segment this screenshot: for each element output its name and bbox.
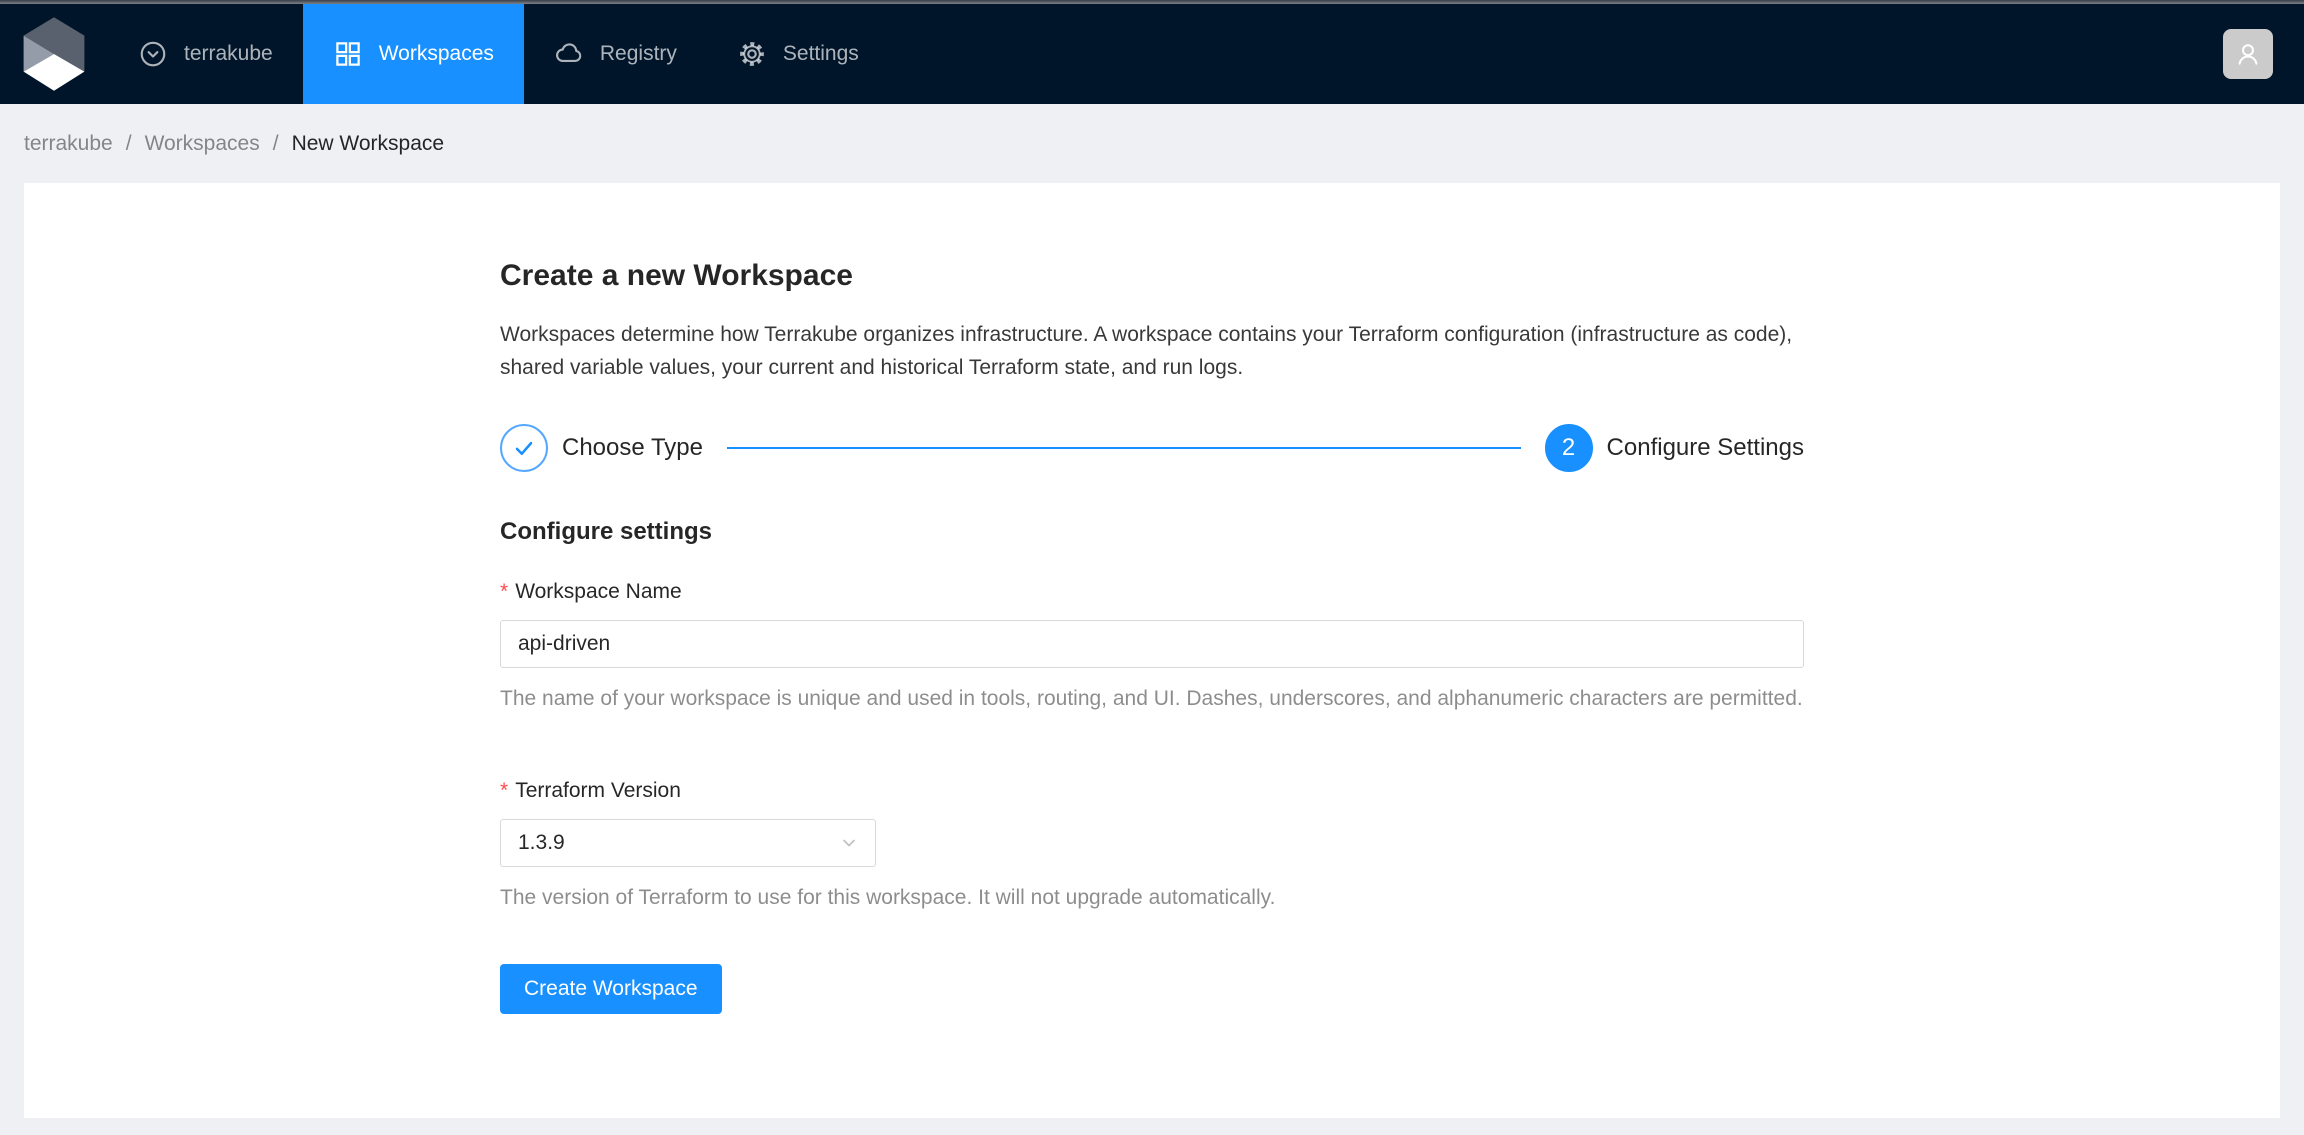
nav-item-workspaces[interactable]: Workspaces xyxy=(303,4,524,104)
chevron-down-icon xyxy=(840,834,858,852)
workspace-name-input[interactable] xyxy=(500,620,1804,668)
down-circle-icon xyxy=(138,39,168,69)
page-title: Create a new Workspace xyxy=(500,256,1804,296)
nav-item-registry[interactable]: Registry xyxy=(524,4,707,104)
breadcrumb-item-workspaces[interactable]: Workspaces xyxy=(145,132,260,156)
form-item-terraform-version: *Terraform Version 1.3.9 The version of … xyxy=(500,778,1804,914)
cloud-icon xyxy=(554,39,584,69)
step-configure-settings: 2 Configure Settings xyxy=(1545,424,1804,472)
step-connector-line xyxy=(727,447,1521,449)
terraform-version-value: 1.3.9 xyxy=(518,831,565,855)
nav-item-settings[interactable]: Settings xyxy=(707,4,889,104)
user-icon xyxy=(2234,40,2262,68)
terraform-version-select[interactable]: 1.3.9 xyxy=(500,819,876,867)
breadcrumb-item-current: New Workspace xyxy=(292,132,445,156)
page-description: Workspaces determine how Terrakube organ… xyxy=(500,318,1804,384)
wizard-steps: Choose Type 2 Configure Settings xyxy=(500,424,1804,472)
terraform-version-help: The version of Terraform to use for this… xyxy=(500,881,1804,914)
required-mark: * xyxy=(500,580,508,603)
main-menu: terrakube Workspaces Registry xyxy=(108,4,889,104)
navbar-spacer xyxy=(889,4,2223,104)
create-workspace-button[interactable]: Create Workspace xyxy=(500,964,722,1014)
main-content-card: Create a new Workspace Workspaces determ… xyxy=(24,183,2280,1118)
workspace-name-help: The name of your workspace is unique and… xyxy=(500,682,1804,715)
wizard-content: Create a new Workspace Workspaces determ… xyxy=(500,183,1804,1014)
form-item-workspace-name: *Workspace Name The name of your workspa… xyxy=(500,579,1804,715)
nav-item-label: Workspaces xyxy=(379,42,494,66)
nav-item-organization[interactable]: terrakube xyxy=(108,4,303,104)
nav-item-label: terrakube xyxy=(184,42,273,66)
step-choose-type[interactable]: Choose Type xyxy=(500,424,703,472)
check-icon xyxy=(511,435,537,461)
breadcrumb-separator: / xyxy=(126,132,132,156)
user-avatar-button[interactable] xyxy=(2223,29,2273,79)
gear-icon xyxy=(737,39,767,69)
terrakube-logo[interactable] xyxy=(0,4,108,104)
breadcrumb: terrakube / Workspaces / New Workspace xyxy=(24,104,2280,183)
terrakube-cube-icon xyxy=(14,14,94,94)
step-finished-icon xyxy=(500,424,548,472)
top-navbar: terrakube Workspaces Registry xyxy=(0,4,2304,104)
step-label: Configure Settings xyxy=(1607,434,1804,462)
required-mark: * xyxy=(500,779,508,802)
nav-item-label: Settings xyxy=(783,42,859,66)
appstore-icon xyxy=(333,39,363,69)
terraform-version-label: *Terraform Version xyxy=(500,778,1804,804)
breadcrumb-separator: / xyxy=(273,132,279,156)
breadcrumb-item-terrakube[interactable]: terrakube xyxy=(24,132,113,156)
step-number-badge: 2 xyxy=(1545,424,1593,472)
workspace-name-label: *Workspace Name xyxy=(500,579,1804,605)
form-section-heading: Configure settings xyxy=(500,516,1804,548)
nav-item-label: Registry xyxy=(600,42,677,66)
step-label: Choose Type xyxy=(562,434,703,462)
